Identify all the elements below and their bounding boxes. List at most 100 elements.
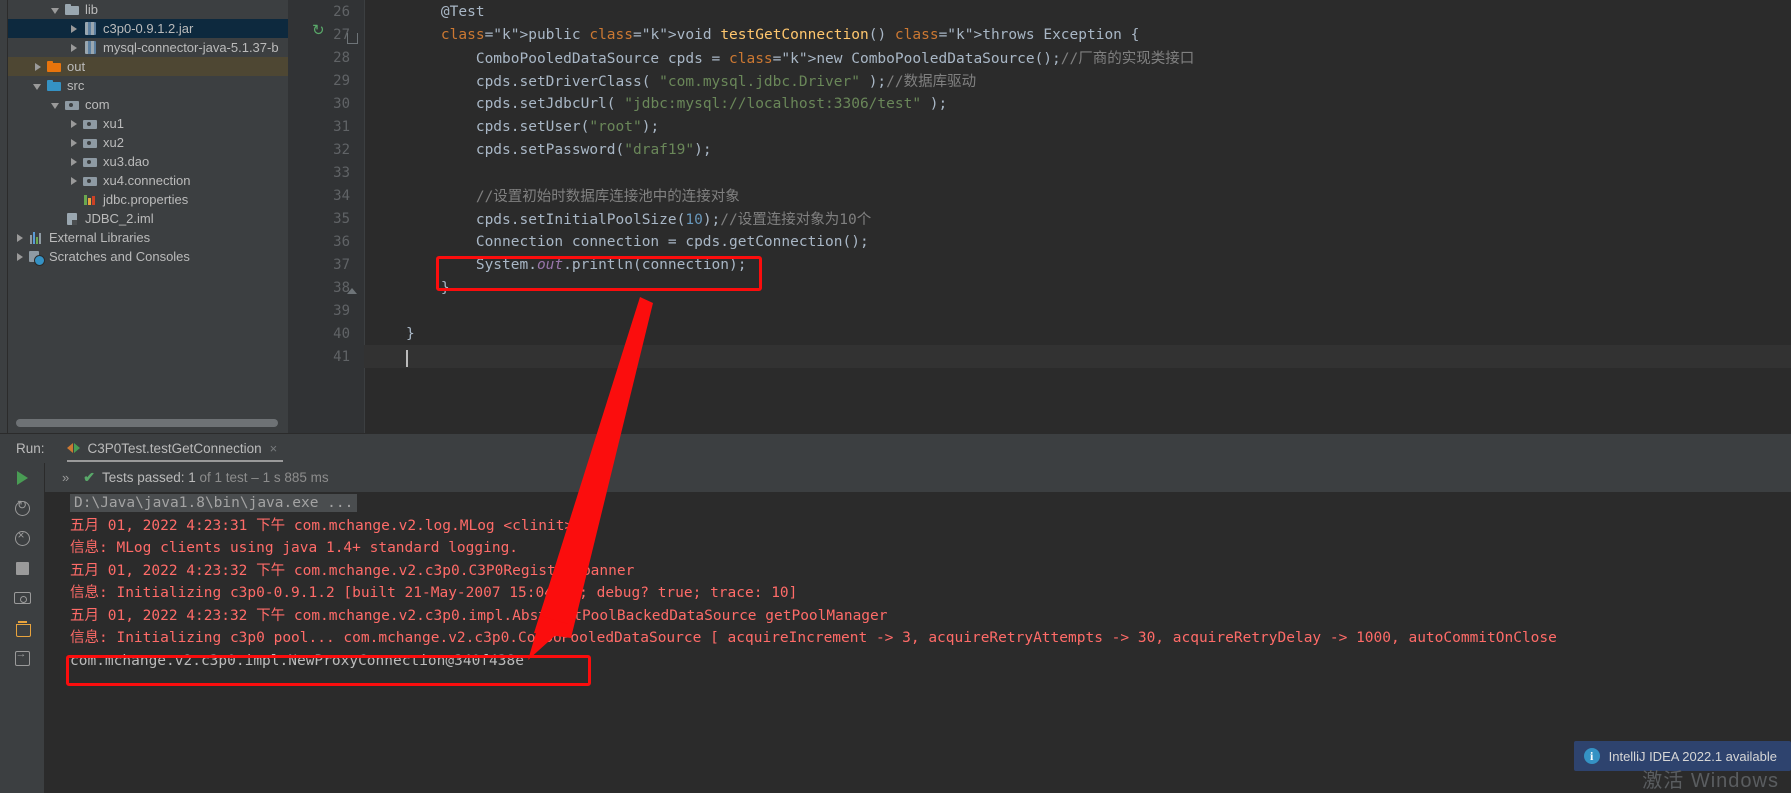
console-line: D:\Java\java1.8\bin\java.exe ... xyxy=(44,492,1791,515)
console-line: com.mchange.v2.c3p0.impl.NewProxyConnect… xyxy=(70,652,524,669)
folder-blue-icon xyxy=(46,78,62,94)
tree-item-label: c3p0-0.9.1.2.jar xyxy=(103,21,194,36)
text-caret xyxy=(406,350,408,367)
rerun-button[interactable] xyxy=(0,463,44,493)
run-toolbar[interactable] xyxy=(0,463,44,793)
scrollbar-thumb[interactable] xyxy=(16,419,278,427)
screenshot-button[interactable] xyxy=(0,583,44,613)
code-line-35[interactable]: 35 cpds.setInitialPoolSize(10);//设置连接对象为… xyxy=(288,207,1791,230)
chevron-right-icon[interactable] xyxy=(68,42,80,54)
line-text: Connection connection = cpds.getConnecti… xyxy=(406,233,869,250)
tree-item-mysql-connector-java-5-1-37-b[interactable]: mysql-connector-java-5.1.37-b xyxy=(8,38,288,57)
code-line-41[interactable]: 41 xyxy=(288,345,1791,368)
tree-item-external-libraries[interactable]: External Libraries xyxy=(8,228,288,247)
code-line-29[interactable]: 29 cpds.setDriverClass( "com.mysql.jdbc.… xyxy=(288,69,1791,92)
tree-item-com[interactable]: com xyxy=(8,95,288,114)
code-line-40[interactable]: 40} xyxy=(288,322,1791,345)
line-number: 36 xyxy=(333,233,350,250)
line-number: 35 xyxy=(333,210,350,227)
tree-item-jdbc-properties[interactable]: jdbc.properties xyxy=(8,190,288,209)
chevron-down-icon[interactable] xyxy=(50,99,62,111)
console-command: D:\Java\java1.8\bin\java.exe ... xyxy=(70,494,358,512)
jar-icon xyxy=(85,22,96,35)
export-button[interactable] xyxy=(0,643,44,673)
line-number: 40 xyxy=(333,325,350,342)
line-text: } xyxy=(406,325,415,342)
clear-all-button[interactable] xyxy=(0,613,44,643)
tree-item-xu2[interactable]: xu2 xyxy=(8,133,288,152)
code-line-26[interactable]: 26 @Test xyxy=(288,0,1791,23)
chevron-right-icon[interactable] xyxy=(14,232,26,244)
chevron-down-icon[interactable] xyxy=(50,4,62,16)
folder-icon xyxy=(64,2,80,18)
tree-item-xu3-dao[interactable]: xu3.dao xyxy=(8,152,288,171)
line-text: class="k">public class="k">void testGetC… xyxy=(440,26,1140,43)
run-label: Run: xyxy=(16,441,45,456)
test-result-text: Tests passed: 1 of 1 test – 1 s 885 ms xyxy=(102,470,329,485)
console-line: 五月 01, 2022 4:23:31 下午 com.mchange.v2.lo… xyxy=(70,517,574,534)
chevron-right-icon[interactable] xyxy=(14,251,26,263)
code-line-31[interactable]: 31 cpds.setUser("root"); xyxy=(288,115,1791,138)
code-lines[interactable]: 26 @Test 27 class="k">public class="k">vo… xyxy=(288,0,1791,433)
chevron-right-icon[interactable] xyxy=(68,156,80,168)
fold-collapse-icon[interactable] xyxy=(347,33,358,44)
package-icon xyxy=(82,135,98,151)
tree-item-label: com xyxy=(85,97,110,112)
expand-chevron-icon[interactable]: » xyxy=(62,470,69,485)
rerun-icon xyxy=(14,498,30,516)
code-line-36[interactable]: 36 Connection connection = cpds.getConne… xyxy=(288,230,1791,253)
line-text: cpds.setJdbcUrl( "jdbc:mysql://localhost… xyxy=(406,95,948,112)
tree-item-scratches-and-consoles[interactable]: Scratches and Consoles xyxy=(8,247,288,266)
console-line: 信息: MLog clients using java 1.4+ standar… xyxy=(70,540,519,556)
tree-item-src[interactable]: src xyxy=(8,76,288,95)
line-text: cpds.setDriverClass( "com.mysql.jdbc.Dri… xyxy=(406,74,977,90)
console-line: 信息: Initializing c3p0 pool... com.mchang… xyxy=(70,630,1557,646)
run-tab-c3p0test[interactable]: C3P0Test.testGetConnection × xyxy=(66,434,284,464)
project-tool-window[interactable]: lib c3p0-0.9.1.2.jar mysql-connector-java-… xyxy=(8,0,288,433)
tree-item-label: xu1 xyxy=(103,116,124,131)
tree-item-c3p0-0-9-1-2-jar[interactable]: c3p0-0.9.1.2.jar xyxy=(8,19,288,38)
run-tab-label: C3P0Test.testGetConnection xyxy=(87,441,262,456)
stop-rerun-button[interactable] xyxy=(0,523,44,553)
code-line-37[interactable]: 37 System.out.println(connection); xyxy=(288,253,1791,276)
chevron-right-icon[interactable] xyxy=(68,137,80,149)
code-line-38[interactable]: 38 } xyxy=(288,276,1791,299)
code-editor[interactable]: 26 @Test 27 class="k">public class="k">vo… xyxy=(288,0,1791,433)
folder-orange-icon xyxy=(46,59,62,75)
code-line-30[interactable]: 30 cpds.setJdbcUrl( "jdbc:mysql://localh… xyxy=(288,92,1791,115)
stop-button[interactable] xyxy=(0,553,44,583)
tree-item-label: xu4.connection xyxy=(103,173,191,188)
console-line: 五月 01, 2022 4:23:32 下午 com.mchange.v2.c3… xyxy=(70,607,888,624)
close-icon[interactable]: × xyxy=(270,441,278,456)
jar-icon xyxy=(85,41,96,54)
code-line-39[interactable]: 39 xyxy=(288,299,1791,322)
code-line-28[interactable]: 28 ComboPooledDataSource cpds = class="k… xyxy=(288,46,1791,69)
libraries-icon xyxy=(30,231,44,244)
chevron-right-icon[interactable] xyxy=(68,175,80,187)
tree-item-xu4-connection[interactable]: xu4.connection xyxy=(8,171,288,190)
code-line-32[interactable]: 32 cpds.setPassword("draf19"); xyxy=(288,138,1791,161)
tree-item-xu1[interactable]: xu1 xyxy=(8,114,288,133)
tree-item-lib[interactable]: lib xyxy=(8,0,288,19)
line-number: 29 xyxy=(333,72,350,89)
project-horizontal-scrollbar[interactable] xyxy=(16,419,278,427)
properties-file-icon xyxy=(82,192,98,208)
rerun-failed-button[interactable] xyxy=(0,493,44,523)
code-line-33[interactable]: 33 xyxy=(288,161,1791,184)
fold-end-icon[interactable] xyxy=(347,288,357,294)
ide-window: lib c3p0-0.9.1.2.jar mysql-connector-java-… xyxy=(0,0,1791,793)
chevron-right-icon[interactable] xyxy=(68,118,80,130)
test-result-strip: » ✔ Tests passed: 1 of 1 test – 1 s 885 … xyxy=(44,463,1791,492)
tree-item-out[interactable]: out xyxy=(8,57,288,76)
run-test-gutter-icon[interactable] xyxy=(312,21,326,40)
play-icon xyxy=(16,471,28,485)
code-line-34[interactable]: 34 //设置初始时数据库连接池中的连接对象 xyxy=(288,184,1791,207)
tree-item-jdbc-2-iml[interactable]: JDBC_2.iml xyxy=(8,209,288,228)
chevron-right-icon[interactable] xyxy=(68,23,80,35)
console-output[interactable]: D:\Java\java1.8\bin\java.exe ... 五月 01, 2… xyxy=(44,492,1791,793)
chevron-down-icon[interactable] xyxy=(32,80,44,92)
code-line-27[interactable]: 27 class="k">public class="k">void testG… xyxy=(288,23,1791,46)
test-result-prefix: Tests passed: 1 xyxy=(101,470,196,485)
chevron-right-icon[interactable] xyxy=(32,61,44,73)
